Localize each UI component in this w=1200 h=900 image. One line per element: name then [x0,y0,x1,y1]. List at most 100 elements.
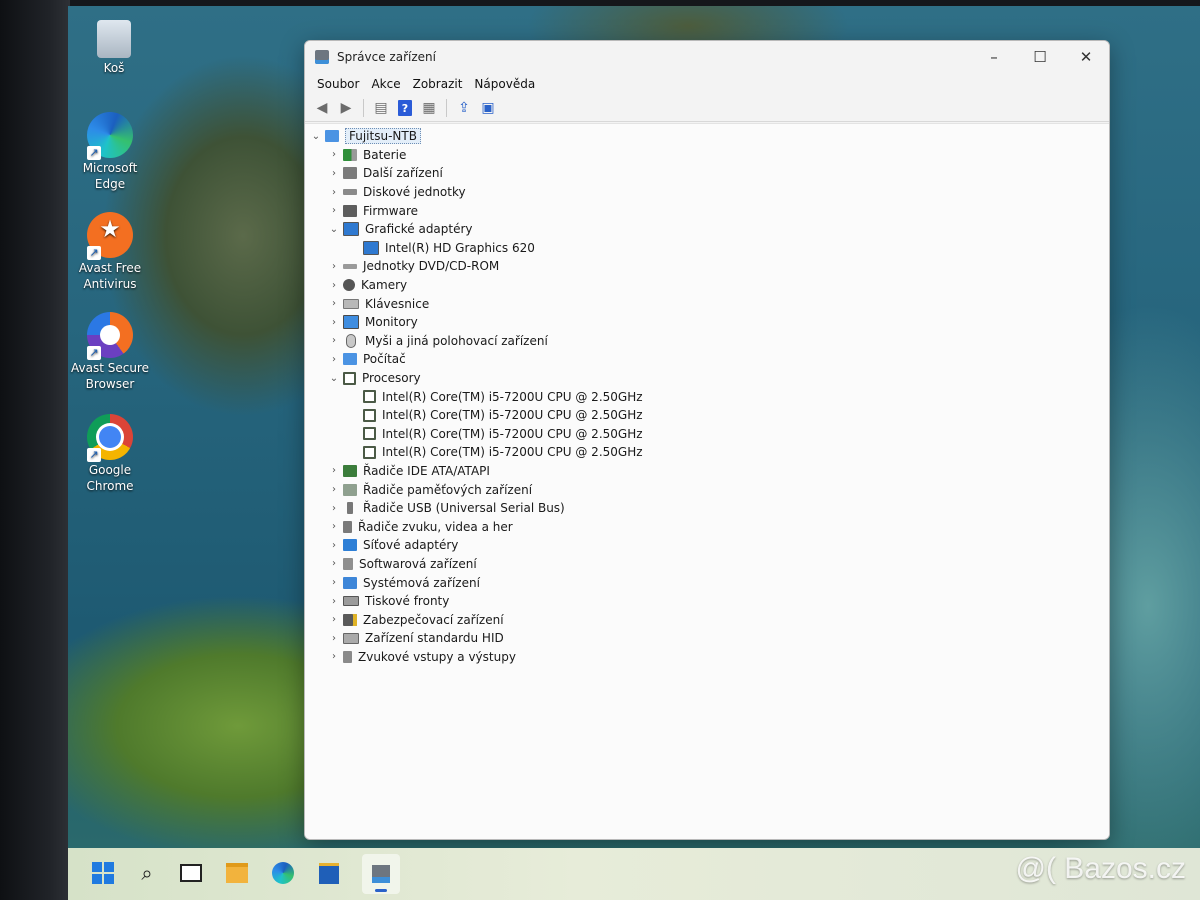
tree-item[interactable]: › Jednotky DVD/CD-ROM [305,257,1109,276]
tree-item[interactable]: › Řadiče paměťových zařízení [305,480,1109,499]
tree-item[interactable]: › Řadiče IDE ATA/ATAPI [305,462,1109,481]
scan-hardware-icon[interactable]: ▣ [477,98,499,118]
chevron-down-icon[interactable]: ⌄ [327,224,341,235]
tree-item[interactable]: › Myši a jiná polohovací zařízení [305,332,1109,351]
chevron-right-icon[interactable]: › [327,205,341,216]
tree-root[interactable]: ⌄ Fujitsu-NTB [305,127,1109,146]
tree-child-label: Intel(R) Core(TM) i5-7200U CPU @ 2.50GHz [382,408,643,423]
firmware-icon [343,204,357,217]
tree-item[interactable]: › Systémová zařízení [305,573,1109,592]
chevron-right-icon[interactable]: › [327,149,341,160]
tree-item[interactable]: › Softwarová zařízení [305,555,1109,574]
tree-item[interactable]: › Další zařízení [305,164,1109,183]
desktop-icon-recycle-bin[interactable]: Koš [74,20,154,76]
chevron-right-icon[interactable]: › [327,558,341,569]
tree-child-item[interactable]: Intel(R) Core(TM) i5-7200U CPU @ 2.50GHz [305,406,1109,425]
disk-drive-icon [343,189,357,196]
toolbar-separator [446,99,447,117]
tree-child-label: Intel(R) HD Graphics 620 [385,240,535,255]
menu-zobrazit[interactable]: Zobrazit [407,75,469,93]
desktop-icon-avast-free-antivirus[interactable]: ↗ Avast Free Antivirus [70,212,150,292]
maximize-button[interactable]: ☐ [1017,41,1063,73]
tree-item[interactable]: › Zvukové vstupy a výstupy [305,648,1109,667]
tree-item[interactable]: › Monitory [305,313,1109,332]
tree-child-item[interactable]: Intel(R) Core(TM) i5-7200U CPU @ 2.50GHz [305,443,1109,462]
back-arrow-icon[interactable]: ◀ [311,98,333,118]
tree-item[interactable]: ⌄ Grafické adaptéry [305,220,1109,239]
chevron-down-icon[interactable]: ⌄ [309,131,323,142]
device-manager-taskbar-button[interactable] [362,854,400,894]
chevron-right-icon[interactable]: › [327,465,341,476]
menu-soubor[interactable]: Soubor [311,75,365,93]
desktop-icon-microsoft-edge[interactable]: ↗ Microsoft Edge [70,112,150,192]
help-icon[interactable]: ? [398,100,412,116]
tree-child-item[interactable]: Intel(R) Core(TM) i5-7200U CPU @ 2.50GHz [305,425,1109,444]
chevron-right-icon[interactable]: › [327,540,341,551]
file-explorer-button[interactable] [224,860,250,886]
shortcut-arrow-icon: ↗ [87,246,101,260]
minimize-button[interactable]: – [971,41,1017,73]
tree-item-label: Systémová zařízení [363,575,480,590]
device-manager-window[interactable]: Správce zařízení – ☐ ✕ Soubor Akce Zobra… [304,40,1110,840]
task-view-button[interactable] [178,860,204,886]
chevron-right-icon[interactable]: › [327,503,341,514]
chevron-right-icon[interactable]: › [327,298,341,309]
tree-item[interactable]: ⌄ Procesory [305,369,1109,388]
dvd-drive-icon [343,263,357,269]
desktop-icon-label: Google Chrome [86,463,134,493]
properties-icon[interactable]: ▤ [370,98,392,118]
chevron-right-icon[interactable]: › [327,577,341,588]
chevron-right-icon[interactable]: › [327,187,341,198]
update-driver-icon[interactable]: ⇪ [453,98,475,118]
chevron-right-icon[interactable]: › [327,484,341,495]
chevron-right-icon[interactable]: › [327,335,341,346]
chevron-right-icon[interactable]: › [327,651,341,662]
tree-item-label: Zvukové vstupy a výstupy [358,649,516,664]
tree-item[interactable]: › Klávesnice [305,294,1109,313]
desktop-icon-label: Koš [103,61,125,75]
search-button[interactable]: ⌕ [134,860,160,886]
software-device-icon [343,557,353,570]
desktop-icon-google-chrome[interactable]: ↗ Google Chrome [70,414,150,494]
store-taskbar-button[interactable] [316,860,342,886]
tree-item[interactable]: › Zařízení standardu HID [305,629,1109,648]
chevron-right-icon[interactable]: › [327,317,341,328]
chevron-right-icon[interactable]: › [327,168,341,179]
desktop-icon-avast-secure-browser[interactable]: ↗ Avast Secure Browser [70,312,150,392]
desktop: Koš ↗ Microsoft Edge ↗ Avast Free Antivi… [68,6,1200,900]
device-tree[interactable]: ⌄ Fujitsu-NTB › Baterie › Další zařízení… [305,123,1109,839]
chevron-right-icon[interactable]: › [327,614,341,625]
tree-item[interactable]: › Diskové jednotky [305,183,1109,202]
chevron-right-icon[interactable]: › [327,596,341,607]
tree-item[interactable]: › Baterie [305,146,1109,165]
tree-item[interactable]: › Zabezpečovací zařízení [305,610,1109,629]
menu-napoveda[interactable]: Nápověda [468,75,541,93]
desktop-icon-label: Avast Free Antivirus [78,261,142,291]
chevron-right-icon[interactable]: › [327,280,341,291]
title-bar[interactable]: Správce zařízení – ☐ ✕ [305,41,1109,73]
tree-child-item[interactable]: Intel(R) HD Graphics 620 [305,239,1109,258]
tree-item[interactable]: › Firmware [305,201,1109,220]
tree-item[interactable]: › Tiskové fronty [305,592,1109,611]
chevron-right-icon[interactable]: › [327,521,341,532]
forward-arrow-icon[interactable]: ▶ [335,98,357,118]
start-button[interactable] [90,860,116,886]
chevron-down-icon[interactable]: ⌄ [327,373,341,384]
ide-controller-icon [343,464,357,477]
edge-taskbar-button[interactable] [270,860,296,886]
tree-item[interactable]: › Řadiče zvuku, videa a her [305,517,1109,536]
chevron-right-icon[interactable]: › [327,261,341,272]
tree-item[interactable]: › Počítač [305,350,1109,369]
chevron-right-icon[interactable]: › [327,354,341,365]
tree-item[interactable]: › Kamery [305,276,1109,295]
view-icon[interactable]: ▦ [418,98,440,118]
tree-item[interactable]: › Řadiče USB (Universal Serial Bus) [305,499,1109,518]
chevron-right-icon[interactable]: › [327,633,341,644]
tree-item-label: Zařízení standardu HID [365,631,504,646]
tree-child-item[interactable]: Intel(R) Core(TM) i5-7200U CPU @ 2.50GHz [305,387,1109,406]
tree-item-label: Řadiče paměťových zařízení [363,482,533,497]
processor-icon [343,371,356,385]
tree-item[interactable]: › Síťové adaptéry [305,536,1109,555]
menu-akce[interactable]: Akce [365,75,406,93]
close-button[interactable]: ✕ [1063,41,1109,73]
